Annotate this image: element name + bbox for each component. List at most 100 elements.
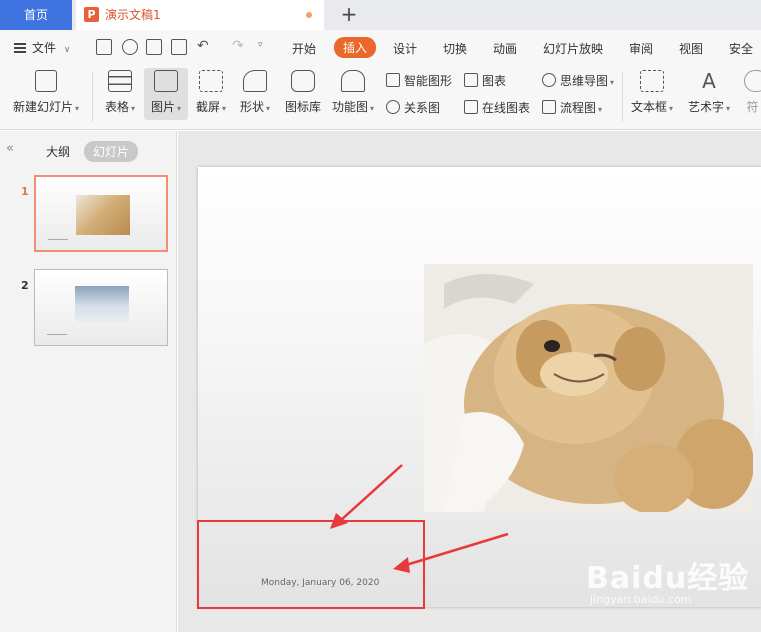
tab-document[interactable]: P 演示文稿1 [76, 0, 324, 30]
textbox-icon [640, 70, 664, 92]
function-chart-button[interactable]: 功能图 ▾ [330, 68, 376, 115]
flowchart-icon [542, 100, 556, 114]
symbol-button[interactable]: 符 [744, 68, 761, 115]
chevron-down-icon: ∨ [63, 45, 71, 55]
relation-chart-icon [386, 100, 400, 114]
white-puppy-thumbnail-image [75, 286, 129, 326]
tab-bar: 首页 P 演示文稿1 + [0, 0, 761, 30]
smart-shape-label: 智能图形 [404, 74, 453, 88]
textbox-label: 文本框 [630, 100, 667, 114]
insert-ribbon: 新建幻灯片 ▾ 表格 ▾ 图片 ▾ 截屏 ▾ 形状 ▾ 图标库 功能图 ▾ 智能图形 图表 … [0, 64, 761, 130]
wordart-button[interactable]: A 艺术字 ▾ [684, 68, 734, 115]
footer-line [48, 239, 68, 240]
screenshot-icon [199, 70, 223, 92]
mindmap-button[interactable]: 思维导图 ▾ [542, 72, 614, 89]
slide-thumbnail-2[interactable] [34, 269, 168, 346]
menu-tab-animation[interactable]: 动画 [493, 40, 517, 57]
presentation-icon: P [84, 7, 99, 22]
smart-shape-icon [386, 73, 400, 87]
shape-label: 形状 [239, 100, 264, 114]
menu-tab-transition[interactable]: 切换 [443, 40, 467, 57]
collapse-panel-icon[interactable]: « [6, 141, 14, 156]
mindmap-label: 思维导图 [560, 74, 609, 88]
menu-tab-slideshow[interactable]: 幻灯片放映 [543, 40, 603, 57]
menu-tab-security[interactable]: 安全 [729, 40, 753, 57]
slide-editor-canvas: Monday, January 06, 2020 Baidu经验 jingyan… [178, 131, 761, 632]
menu-bar: 文件 ∨ ↶ ↷ ▿ 开始 插入 设计 切换 动画 幻灯片放映 审阅 视图 安全 [0, 30, 761, 64]
watermark-logo: Baidu经验 [586, 561, 750, 596]
caret-down-icon: ▾ [669, 104, 674, 113]
file-menu-label: 文件 [32, 41, 57, 55]
print-icon[interactable] [146, 39, 162, 55]
flowchart-label: 流程图 [560, 101, 597, 115]
file-menu-button[interactable]: 文件 ∨ [14, 39, 70, 56]
table-icon [108, 70, 132, 92]
menu-tab-review[interactable]: 审阅 [629, 40, 653, 57]
online-chart-icon [464, 100, 478, 114]
menu-tab-insert[interactable]: 插入 [334, 37, 377, 58]
divider [622, 72, 623, 122]
hamburger-icon [14, 43, 26, 53]
tab-home[interactable]: 首页 [0, 0, 72, 30]
arrow-line [339, 464, 403, 522]
arrow-head-icon [393, 557, 410, 573]
icon-library-icon [291, 70, 315, 92]
picture-label: 图片 [150, 100, 175, 114]
online-chart-label: 在线图表 [482, 101, 531, 115]
divider [92, 72, 93, 122]
footer-line [47, 334, 67, 335]
menu-tab-start[interactable]: 开始 [292, 40, 316, 57]
customize-toolbar-icon[interactable]: ▿ [258, 40, 263, 50]
shape-button[interactable]: 形状 ▾ [237, 68, 273, 115]
mindmap-icon [542, 73, 556, 87]
screenshot-label: 截屏 [195, 100, 220, 114]
caret-down-icon: ▾ [266, 104, 271, 113]
new-slide-button[interactable]: 新建幻灯片 ▾ [8, 68, 84, 115]
print-preview-icon[interactable] [171, 39, 187, 55]
bar-chart-icon [464, 73, 478, 87]
icon-library-label: 图标库 [284, 100, 321, 114]
caret-down-icon: ▾ [610, 78, 615, 87]
icon-library-button[interactable]: 图标库 [283, 68, 323, 115]
chart-button[interactable]: 图表 [464, 72, 506, 89]
menu-tab-design[interactable]: 设计 [393, 40, 417, 57]
baidu-watermark: Baidu经验 jingyan.baidu.com [586, 553, 749, 606]
export-pdf-icon[interactable] [122, 39, 138, 55]
function-chart-icon [341, 70, 365, 92]
table-button[interactable]: 表格 ▾ [100, 68, 140, 115]
function-chart-label: 功能图 [331, 100, 368, 114]
new-slide-label: 新建幻灯片 [12, 100, 73, 114]
picture-button[interactable]: 图片 ▾ [144, 68, 188, 120]
menu-tab-view[interactable]: 视图 [679, 40, 703, 57]
save-icon[interactable] [96, 39, 112, 55]
caret-down-icon: ▾ [75, 104, 80, 113]
wordart-label: 艺术字 [687, 100, 724, 114]
flowchart-button[interactable]: 流程图 ▾ [542, 99, 602, 116]
undo-icon[interactable]: ↶ [197, 38, 209, 54]
new-slide-icon [35, 70, 57, 92]
online-chart-button[interactable]: 在线图表 [464, 99, 530, 116]
slide-thumbnail-1[interactable] [34, 175, 168, 252]
new-tab-button[interactable]: + [338, 3, 360, 25]
slide-number: 2 [21, 279, 29, 292]
tab-slides[interactable]: 幻灯片 [84, 141, 139, 162]
smart-shape-button[interactable]: 智能图形 [386, 72, 452, 89]
screenshot-button[interactable]: 截屏 ▾ [193, 68, 229, 115]
slide-panel: « 大纲 幻灯片 1 2 [0, 131, 177, 632]
caret-down-icon: ▾ [177, 104, 182, 113]
tab-outline[interactable]: 大纲 [46, 143, 70, 160]
shape-icon [243, 70, 267, 92]
slide-number: 1 [21, 185, 29, 198]
puppy-thumbnail-image [76, 195, 130, 235]
caret-down-icon: ▾ [222, 104, 227, 113]
arrow-line [405, 532, 509, 567]
chart-label: 图表 [482, 74, 507, 88]
caret-down-icon: ▾ [370, 104, 375, 113]
caret-down-icon: ▾ [598, 105, 603, 114]
textbox-button[interactable]: 文本框 ▾ [628, 68, 676, 115]
caret-down-icon: ▾ [131, 104, 136, 113]
relation-chart-label: 关系图 [404, 101, 441, 115]
redo-icon[interactable]: ↷ [232, 38, 244, 54]
relation-chart-button[interactable]: 关系图 [386, 99, 440, 116]
symbol-icon [744, 70, 761, 92]
